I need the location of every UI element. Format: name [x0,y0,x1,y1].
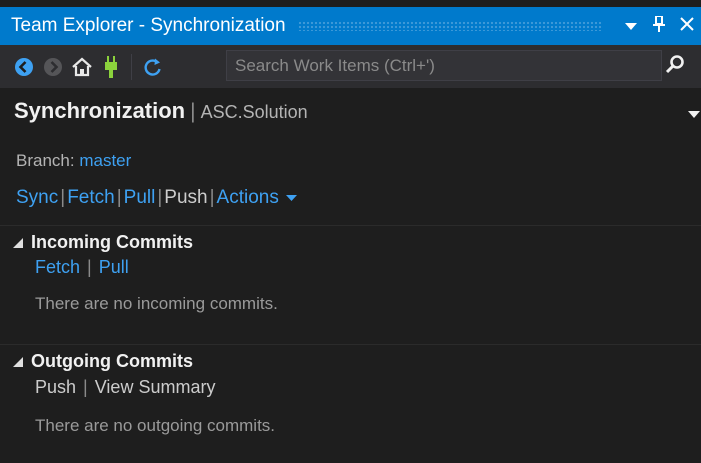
separator: | [83,377,88,397]
incoming-commits-section: Incoming Commits Fetch | Pull There are … [0,225,701,344]
collapse-triangle-icon[interactable] [13,237,23,248]
sync-actions-bar: Sync | Fetch | Pull | Push | Actions [16,187,297,209]
fetch-link[interactable]: Fetch [67,187,115,209]
separator: | [116,187,122,208]
page-title[interactable]: Synchronization [14,98,185,124]
forward-icon[interactable] [38,52,67,82]
pin-icon[interactable] [645,14,673,37]
incoming-links: Fetch | Pull [35,257,129,278]
window-title-bar[interactable]: Team Explorer - Synchronization [0,7,701,45]
search-icon[interactable] [664,54,694,83]
title-bar-grip [297,21,603,31]
search-input[interactable] [235,55,625,76]
separator: | [60,187,66,208]
branch-row: Branch: master [16,151,131,171]
outgoing-commits-title: Outgoing Commits [31,351,193,371]
toolbar-separator [131,53,132,80]
window-title: Team Explorer - Synchronization [11,15,286,36]
page-header: Synchronization | ASC.Solution [14,98,308,124]
toolbar [0,45,701,88]
incoming-fetch-link[interactable]: Fetch [35,257,80,277]
separator: | [87,257,92,277]
refresh-icon[interactable] [138,52,167,82]
home-icon[interactable] [67,52,96,82]
pull-link[interactable]: Pull [124,187,156,209]
connect-plug-icon[interactable] [96,52,125,82]
search-work-items-box[interactable] [226,50,662,81]
chevron-down-icon[interactable] [285,194,297,202]
actions-menu-link[interactable]: Actions [217,187,279,209]
incoming-empty-message: There are no incoming commits. [35,294,278,313]
push-action-disabled: Push [164,187,208,208]
separator: | [157,187,163,208]
branch-link[interactable]: master [79,151,131,170]
collapse-triangle-icon[interactable] [13,356,23,367]
incoming-commits-header[interactable]: Incoming Commits [13,232,193,253]
outgoing-links: Push | View Summary [35,377,215,398]
dropdown-arrow-icon[interactable] [617,16,645,36]
page-menu-dropdown-icon[interactable] [688,106,700,124]
back-icon[interactable] [9,52,38,82]
incoming-pull-link[interactable]: Pull [99,257,129,277]
title-divider: | [190,100,196,123]
incoming-commits-title: Incoming Commits [31,232,194,252]
view-summary-action: View Summary [94,377,216,397]
separator: | [209,187,215,208]
outgoing-commits-header[interactable]: Outgoing Commits [13,351,193,372]
outgoing-empty-message: There are no outgoing commits. [35,416,276,435]
outgoing-push-action: Push [35,377,77,397]
outgoing-commits-section: Outgoing Commits Push | View Summary The… [0,344,701,463]
sync-link[interactable]: Sync [16,187,58,209]
branch-label: Branch: [16,151,75,170]
close-icon[interactable] [673,16,701,36]
repository-name: ASC.Solution [200,102,308,122]
